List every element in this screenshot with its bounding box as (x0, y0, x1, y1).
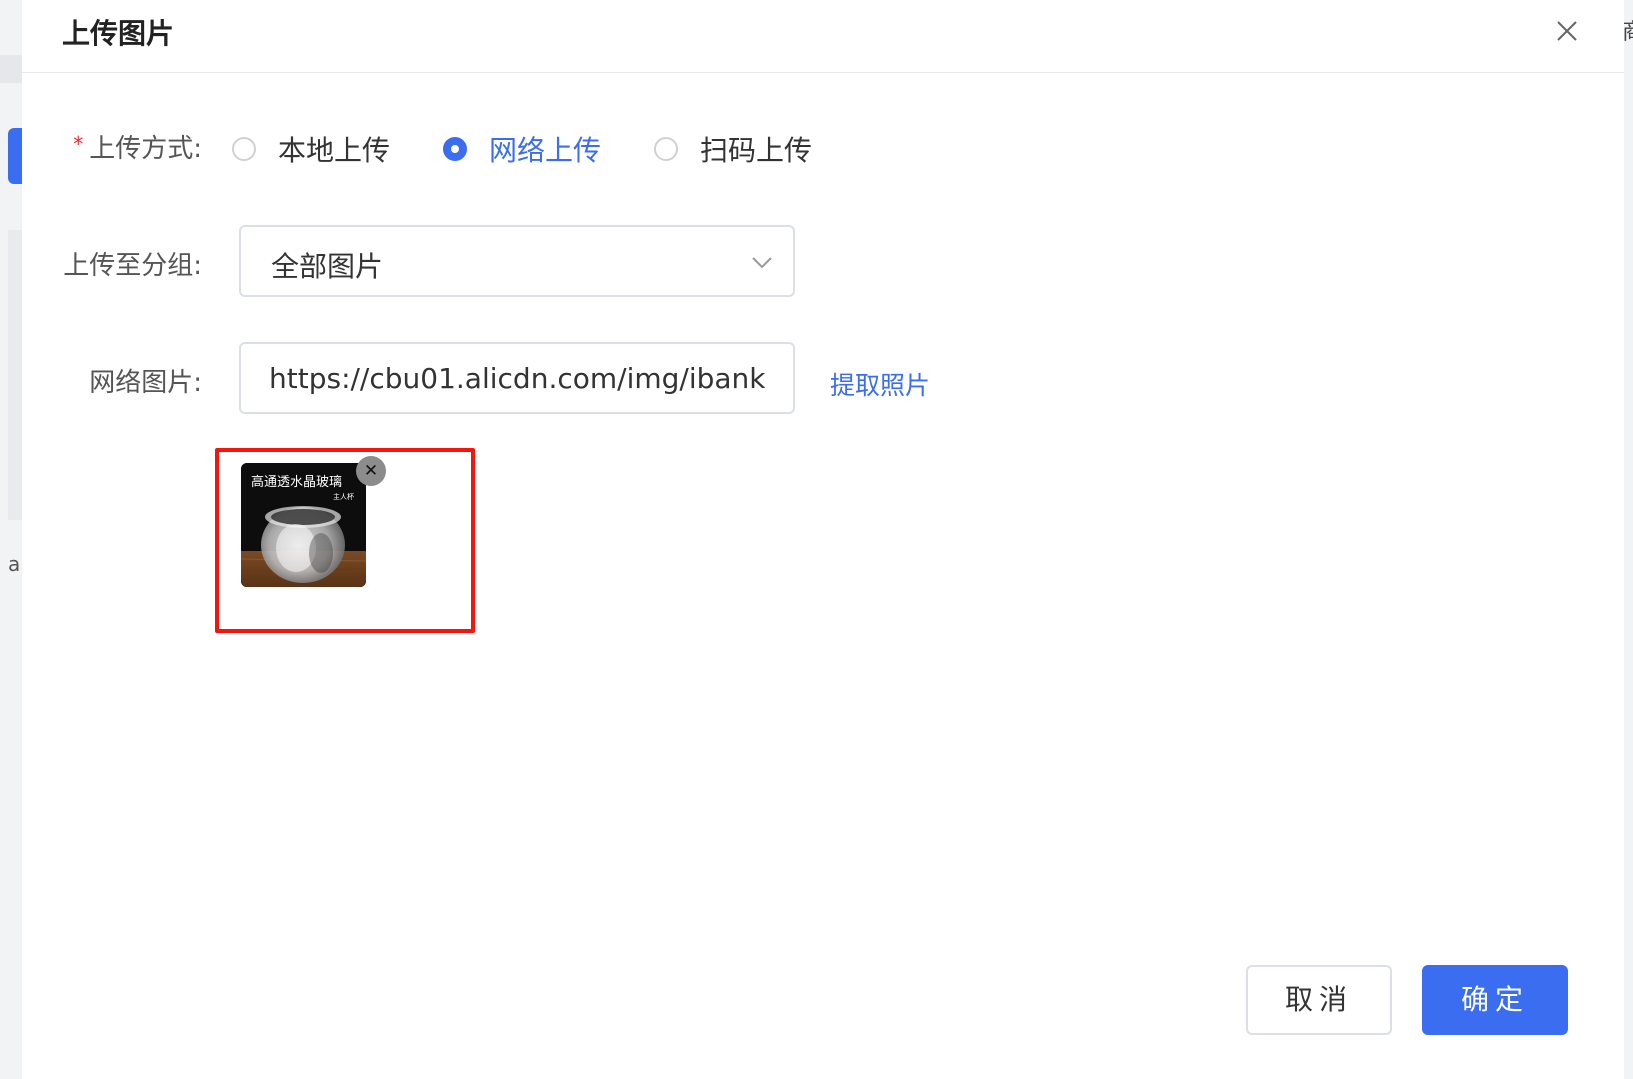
preview-thumbnail: 高通透水晶玻璃 主人杯 (241, 463, 366, 587)
radio-checked-icon (443, 137, 467, 161)
background-panel (8, 230, 22, 520)
required-marker: * (73, 132, 84, 156)
radio-circle-icon (232, 137, 256, 161)
background-active-tab (8, 128, 22, 184)
upload-method-label: * 上传方式: (22, 128, 202, 165)
radio-network-upload[interactable]: 网络上传 (443, 129, 601, 169)
background-text: a (8, 552, 21, 576)
radio-local-upload-label: 本地上传 (278, 134, 391, 167)
modal-title: 上传图片 (62, 17, 175, 50)
radio-network-upload-label: 网络上传 (489, 134, 602, 167)
group-label: 上传至分组: (63, 251, 202, 281)
close-icon (1557, 21, 1577, 41)
upload-image-modal: 上传图片 * 上传方式: 本地上传 网络上传 扫码上传 上传至分组: 全部图片 网… (22, 0, 1624, 1079)
confirm-button[interactable]: 确定 (1422, 965, 1568, 1035)
modal-header: 上传图片 (22, 0, 1624, 73)
group-select[interactable]: 全部图片 (239, 225, 795, 297)
background-strip (0, 55, 22, 83)
thumbnail-title-text: 高通透水晶玻璃 (251, 475, 343, 490)
close-button[interactable] (1552, 16, 1582, 46)
radio-qrcode-upload[interactable]: 扫码上传 (654, 129, 812, 169)
network-image-url-input[interactable] (239, 342, 795, 414)
network-image-label: 网络图片: (89, 368, 202, 398)
cancel-button[interactable]: 取消 (1246, 965, 1392, 1035)
thumbnail-subtitle-text: 主人杯 (333, 493, 354, 501)
fetch-photo-link[interactable]: 提取照片 (830, 366, 930, 402)
group-select-value: 全部图片 (271, 250, 384, 283)
remove-image-button[interactable]: ✕ (356, 456, 386, 486)
radio-circle-icon (654, 137, 678, 161)
radio-local-upload[interactable]: 本地上传 (232, 129, 390, 169)
radio-qrcode-upload-label: 扫码上传 (700, 134, 813, 167)
chevron-down-icon (752, 257, 772, 269)
upload-method-label-text: 上传方式: (89, 134, 202, 164)
